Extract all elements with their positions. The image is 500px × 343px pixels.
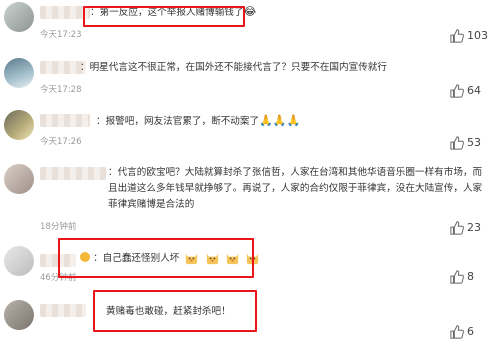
comment-text: ：报警吧，网友法官累了，断不动案了🙏🙏🙏 bbox=[96, 114, 301, 128]
comment-time: 今天17:23 bbox=[40, 30, 82, 40]
comment-text: ：明星代言这不很正常，在国外还不能接代言了？只要不在国内宣传就行 bbox=[80, 62, 387, 73]
highlight-box bbox=[93, 290, 257, 332]
username[interactable] bbox=[40, 114, 90, 127]
thumb-up-icon bbox=[450, 325, 464, 339]
like-count: 53 bbox=[467, 136, 481, 149]
like-count: 64 bbox=[467, 84, 481, 97]
like-button[interactable]: 6 bbox=[450, 324, 490, 340]
like-button[interactable]: 8 bbox=[450, 269, 490, 285]
thumb-up-icon bbox=[450, 29, 464, 43]
like-count: 8 bbox=[467, 270, 474, 283]
like-button[interactable]: 23 bbox=[450, 220, 490, 236]
like-count: 23 bbox=[467, 221, 481, 234]
thumb-up-icon bbox=[450, 221, 464, 235]
like-count: 103 bbox=[467, 29, 488, 42]
comment-text: ：代言的欧宝吧？大陆就算封杀了张信哲，人家在台湾和其他华语音乐圈一样有市场，而且… bbox=[108, 167, 483, 210]
thumb-up-icon bbox=[450, 136, 464, 150]
avatar[interactable] bbox=[4, 58, 34, 88]
thumb-up-icon bbox=[450, 270, 464, 284]
avatar[interactable] bbox=[4, 164, 34, 194]
avatar[interactable] bbox=[4, 246, 34, 276]
username[interactable] bbox=[40, 167, 106, 180]
like-button[interactable]: 64 bbox=[450, 83, 490, 99]
avatar[interactable] bbox=[4, 110, 34, 140]
comment-time: 18分钟前 bbox=[40, 222, 77, 232]
highlight-box bbox=[58, 238, 254, 278]
like-count: 6 bbox=[467, 325, 474, 338]
avatar[interactable] bbox=[4, 2, 34, 32]
username[interactable] bbox=[40, 304, 86, 317]
like-button[interactable]: 103 bbox=[450, 28, 490, 44]
pray-emoji: 🙏🙏🙏 bbox=[259, 114, 301, 127]
comment-time: 今天17:28 bbox=[40, 85, 82, 95]
comment-time: 今天17:26 bbox=[40, 137, 82, 147]
thumb-up-icon bbox=[450, 84, 464, 98]
like-button[interactable]: 53 bbox=[450, 135, 490, 151]
laugh-emoji: 😂 bbox=[243, 5, 257, 18]
avatar[interactable] bbox=[4, 300, 34, 330]
highlight-box bbox=[83, 6, 245, 27]
